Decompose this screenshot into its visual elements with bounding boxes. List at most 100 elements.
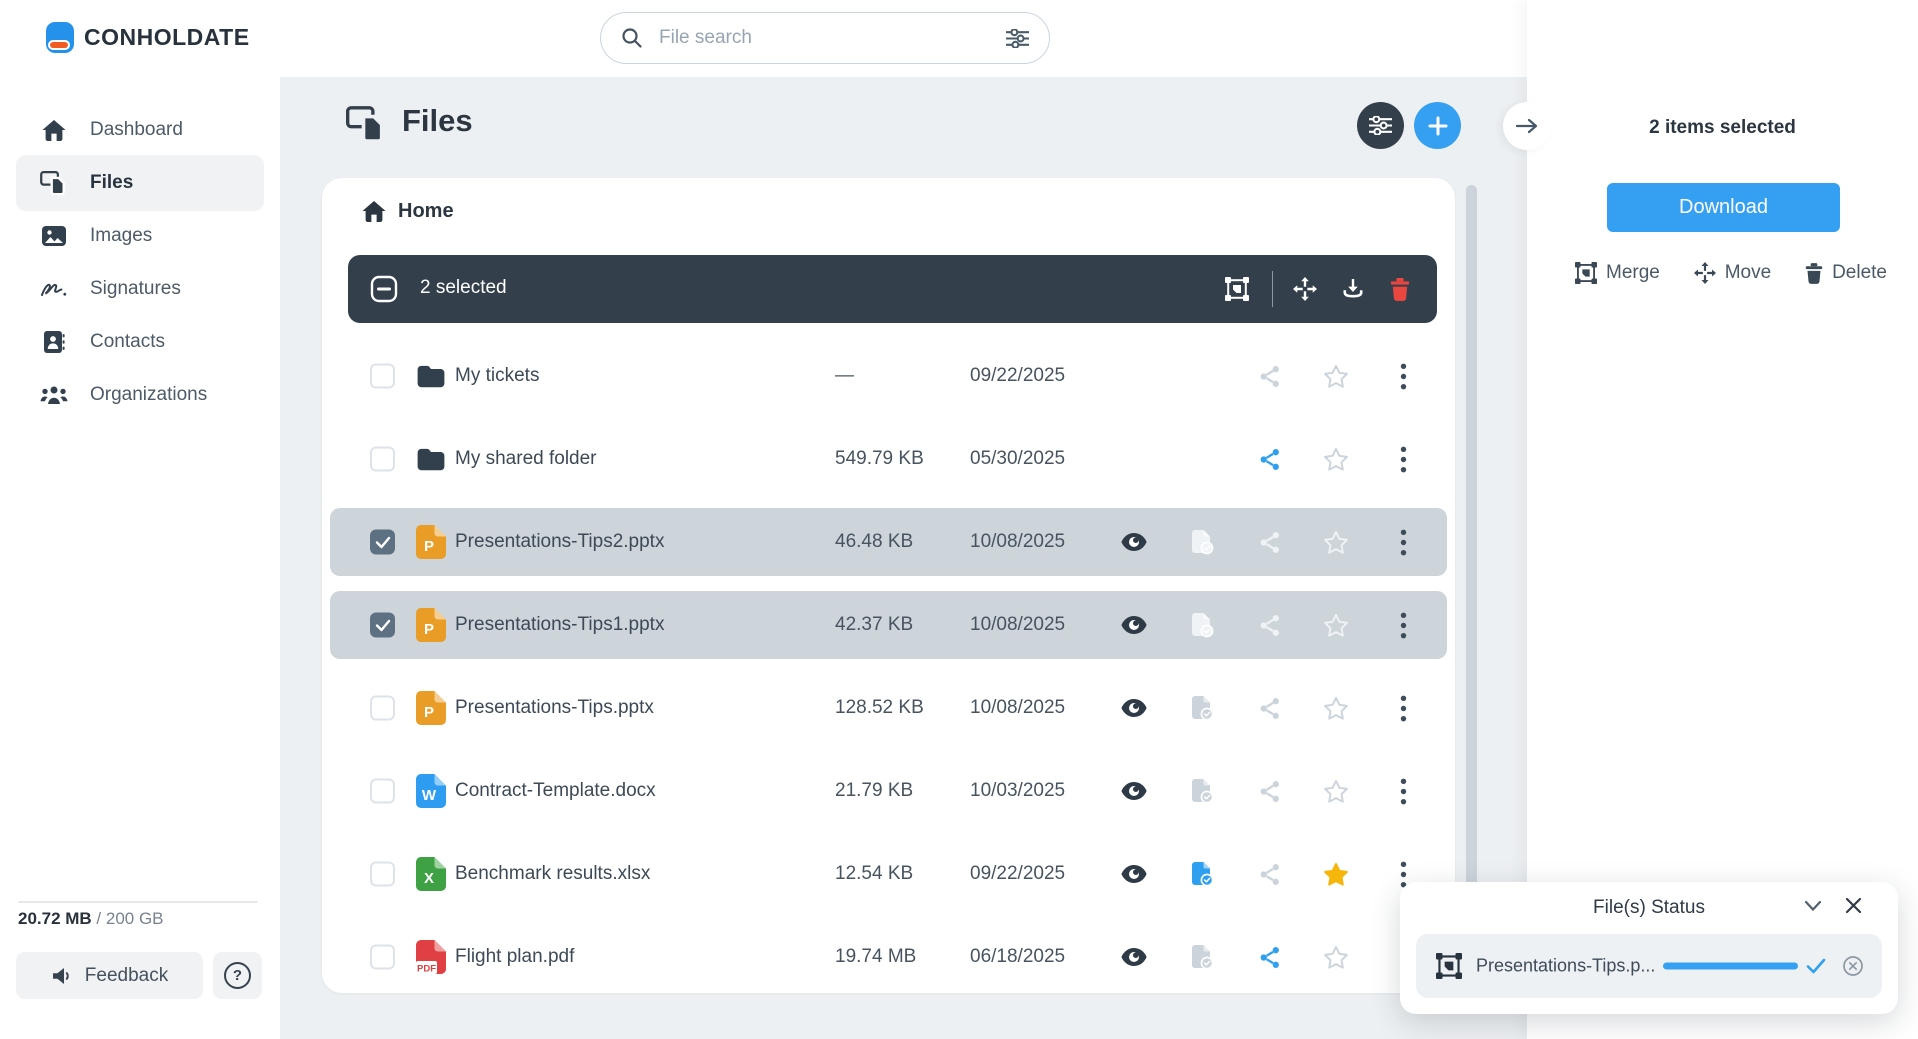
star-icon[interactable] (1322, 445, 1350, 473)
popup-title: File(s) Status (1593, 897, 1705, 918)
row-checkbox[interactable] (370, 778, 395, 804)
file-date: 10/08/2025 (970, 614, 1066, 635)
share-icon[interactable] (1255, 611, 1283, 639)
preview-eye-icon[interactable] (1120, 611, 1148, 639)
preview-eye-icon[interactable] (1120, 777, 1148, 805)
row-checkbox[interactable] (370, 944, 395, 970)
star-icon[interactable] (1322, 528, 1350, 556)
file-name[interactable]: Presentations-Tips1.pptx (455, 614, 664, 636)
vertical-scrollbar[interactable] (1466, 185, 1477, 985)
share-icon[interactable] (1255, 445, 1283, 473)
file-name[interactable]: My shared folder (455, 448, 597, 470)
star-icon[interactable] (1322, 362, 1350, 390)
file-check-icon[interactable] (1188, 694, 1216, 722)
row-checkbox[interactable] (370, 446, 395, 472)
sidebar-item-organizations[interactable]: Organizations (16, 367, 264, 423)
file-date: 10/08/2025 (970, 531, 1066, 552)
star-icon[interactable] (1322, 777, 1350, 805)
close-icon[interactable] (1845, 897, 1862, 914)
kebab-menu-icon[interactable] (1389, 777, 1417, 805)
file-check-icon[interactable] (1188, 943, 1216, 971)
star-icon[interactable] (1322, 611, 1350, 639)
feedback-button[interactable]: Feedback (16, 952, 203, 999)
image-icon (40, 226, 68, 246)
view-settings-button[interactable] (1357, 102, 1404, 149)
delete-button[interactable]: Delete (1805, 262, 1887, 284)
sidebar: Dashboard Files Images Signatures Contac… (0, 77, 280, 1039)
file-check-icon[interactable] (1188, 777, 1216, 805)
kebab-menu-icon[interactable] (1389, 445, 1417, 473)
help-button[interactable]: ? (213, 952, 262, 999)
file-name[interactable]: My tickets (455, 365, 539, 387)
preview-eye-icon[interactable] (1120, 860, 1148, 888)
file-row[interactable]: P Presentations-Tips.pptx 128.52 KB 10/0… (330, 674, 1447, 742)
file-name[interactable]: Presentations-Tips.pptx (455, 697, 654, 719)
file-size: 549.79 KB (835, 448, 924, 469)
download-button[interactable]: Download (1607, 183, 1840, 232)
status-item: Presentations-Tips.p... (1416, 934, 1882, 998)
file-name[interactable]: Benchmark results.xlsx (455, 863, 650, 885)
file-row[interactable]: My shared folder 549.79 KB 05/30/2025 (330, 425, 1447, 493)
row-checkbox[interactable] (370, 861, 395, 887)
preview-eye-icon[interactable] (1120, 943, 1148, 971)
brand-logo[interactable]: CONHOLDATE (46, 22, 250, 53)
kebab-menu-icon[interactable] (1389, 528, 1417, 556)
kebab-menu-icon[interactable] (1389, 694, 1417, 722)
row-checkbox[interactable] (370, 612, 395, 638)
kebab-menu-icon[interactable] (1389, 611, 1417, 639)
share-icon[interactable] (1255, 362, 1283, 390)
preview-eye-icon[interactable] (1120, 694, 1148, 722)
preview-eye-icon[interactable] (1120, 528, 1148, 556)
file-row[interactable]: P Presentations-Tips2.pptx 46.48 KB 10/0… (330, 508, 1447, 576)
star-icon[interactable] (1322, 943, 1350, 971)
dismiss-circle-x-icon[interactable] (1842, 955, 1864, 977)
svg-text:X: X (424, 870, 434, 887)
sidebar-item-files[interactable]: Files (16, 155, 264, 211)
sidebar-item-images[interactable]: Images (16, 208, 264, 264)
share-icon[interactable] (1255, 777, 1283, 805)
sidebar-divider (18, 901, 258, 903)
file-check-icon[interactable] (1188, 528, 1216, 556)
row-checkbox[interactable] (370, 363, 395, 389)
sidebar-item-contacts[interactable]: Contacts (16, 314, 264, 370)
file-size: 12.54 KB (835, 863, 914, 884)
search-input[interactable] (657, 26, 1006, 50)
file-row[interactable]: X Benchmark results.xlsx 12.54 KB 09/22/… (330, 840, 1447, 908)
file-type-icon: P (416, 525, 446, 559)
sidebar-item-label: Files (90, 172, 134, 193)
sidebar-item-dashboard[interactable]: Dashboard (16, 102, 264, 158)
people-icon (40, 385, 68, 405)
file-check-icon[interactable] (1188, 860, 1216, 888)
file-check-icon[interactable] (1188, 611, 1216, 639)
row-checkbox[interactable] (370, 695, 395, 721)
home-icon (40, 119, 68, 141)
file-list-card: Home 2 selected My tickets — 09/22/2025 … (322, 178, 1455, 993)
kebab-menu-icon[interactable] (1389, 362, 1417, 390)
main-content: Files Home 2 selected My tickets — 09/22… (280, 77, 1527, 1039)
merge-button[interactable]: Merge (1575, 262, 1660, 284)
brand-logo-icon (46, 22, 74, 53)
sidebar-item-signatures[interactable]: Signatures (16, 261, 264, 317)
file-row[interactable]: P Presentations-Tips1.pptx 42.37 KB 10/0… (330, 591, 1447, 659)
file-name[interactable]: Presentations-Tips2.pptx (455, 531, 664, 553)
share-icon[interactable] (1255, 528, 1283, 556)
file-search[interactable] (600, 12, 1050, 64)
file-row[interactable]: PDF Flight plan.pdf 19.74 MB 06/18/2025 (330, 923, 1447, 991)
brand-name: CONHOLDATE (84, 24, 250, 50)
file-name[interactable]: Contract-Template.docx (455, 780, 656, 802)
move-button[interactable]: Move (1693, 262, 1771, 284)
row-checkbox[interactable] (370, 529, 395, 555)
file-name[interactable]: Flight plan.pdf (455, 946, 574, 968)
star-icon[interactable] (1322, 860, 1350, 888)
add-file-button[interactable] (1414, 102, 1461, 149)
share-icon[interactable] (1255, 943, 1283, 971)
file-row[interactable]: My tickets — 09/22/2025 (330, 342, 1447, 410)
app-window: CONHOLDATE john.smith@example.com Dashbo… (0, 0, 1918, 1039)
chevron-down-icon[interactable] (1804, 900, 1822, 912)
share-icon[interactable] (1255, 860, 1283, 888)
share-icon[interactable] (1255, 694, 1283, 722)
file-size: 19.74 MB (835, 946, 917, 967)
star-icon[interactable] (1322, 694, 1350, 722)
file-row[interactable]: W Contract-Template.docx 21.79 KB 10/03/… (330, 757, 1447, 825)
search-filter-sliders-icon[interactable] (1006, 28, 1029, 48)
